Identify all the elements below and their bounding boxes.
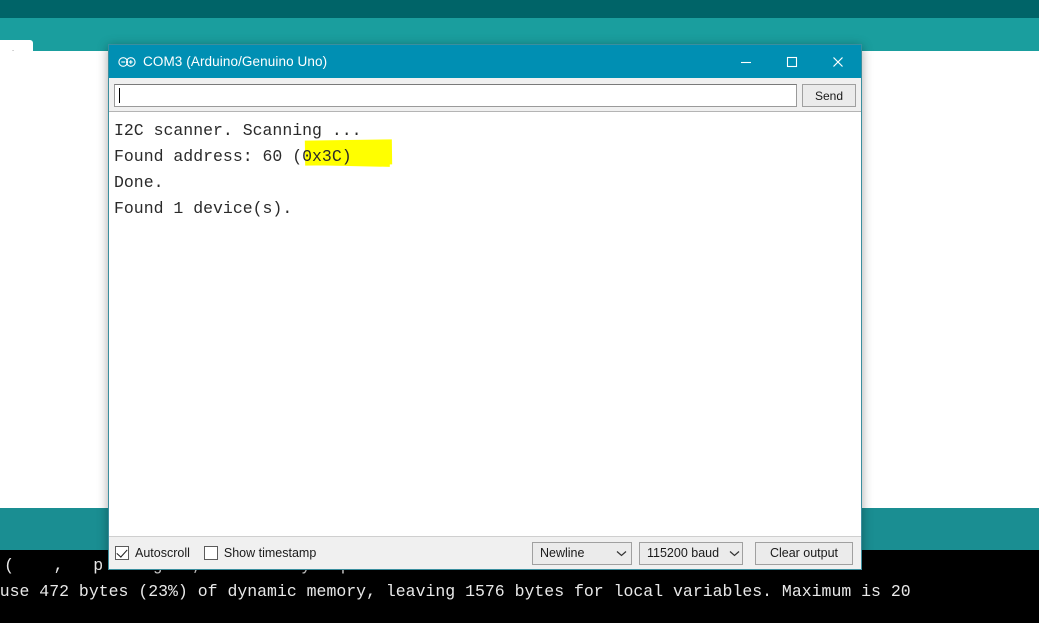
clear-output-button[interactable]: Clear output bbox=[755, 542, 853, 565]
maximize-button[interactable] bbox=[769, 45, 815, 78]
serial-output-line: I2C scanner. Scanning ... bbox=[114, 118, 362, 144]
autoscroll-checkbox-box bbox=[115, 546, 129, 560]
build-console-line-2: es use 472 bytes (23%) of dynamic memory… bbox=[0, 579, 911, 605]
clear-output-label: Clear output bbox=[770, 546, 838, 560]
serial-monitor-title: COM3 (Arduino/Genuino Uno) bbox=[143, 54, 327, 69]
arduino-infinity-logo-icon bbox=[116, 56, 138, 68]
serial-monitor-titlebar[interactable]: COM3 (Arduino/Genuino Uno) bbox=[109, 45, 861, 78]
window-controls bbox=[723, 45, 861, 78]
serial-output-line: Found address: 60 (0x3C) bbox=[114, 144, 362, 170]
autoscroll-checkbox[interactable]: Autoscroll bbox=[115, 546, 190, 560]
serial-output-line: Found 1 device(s). bbox=[114, 196, 362, 222]
serial-output-text: I2C scanner. Scanning ...Found address: … bbox=[114, 118, 362, 222]
minimize-button[interactable] bbox=[723, 45, 769, 78]
show-timestamp-checkbox-box bbox=[204, 546, 218, 560]
serial-monitor-bottom-bar: Autoscroll Show timestamp Newline 115200… bbox=[109, 536, 861, 569]
chevron-down-icon bbox=[606, 550, 627, 557]
show-timestamp-checkbox[interactable]: Show timestamp bbox=[204, 546, 316, 560]
send-button-label: Send bbox=[815, 89, 843, 103]
chevron-down-icon bbox=[719, 550, 740, 557]
send-input[interactable] bbox=[114, 84, 797, 107]
text-caret bbox=[119, 88, 120, 103]
baud-rate-value: 115200 baud bbox=[647, 546, 719, 560]
send-row: Send bbox=[109, 78, 861, 111]
serial-output-line: Done. bbox=[114, 170, 362, 196]
serial-output-area[interactable]: I2C scanner. Scanning ...Found address: … bbox=[109, 111, 861, 536]
show-timestamp-label: Show timestamp bbox=[224, 546, 316, 560]
baud-rate-select[interactable]: 115200 baud bbox=[639, 542, 743, 565]
ide-toolbar bbox=[0, 0, 1039, 18]
autoscroll-label: Autoscroll bbox=[135, 546, 190, 560]
send-button[interactable]: Send bbox=[802, 84, 856, 107]
line-ending-select[interactable]: Newline bbox=[532, 542, 632, 565]
close-button[interactable] bbox=[815, 45, 861, 78]
line-ending-value: Newline bbox=[540, 546, 584, 560]
serial-monitor-window[interactable]: COM3 (Arduino/Genuino Uno) bbox=[108, 44, 862, 570]
